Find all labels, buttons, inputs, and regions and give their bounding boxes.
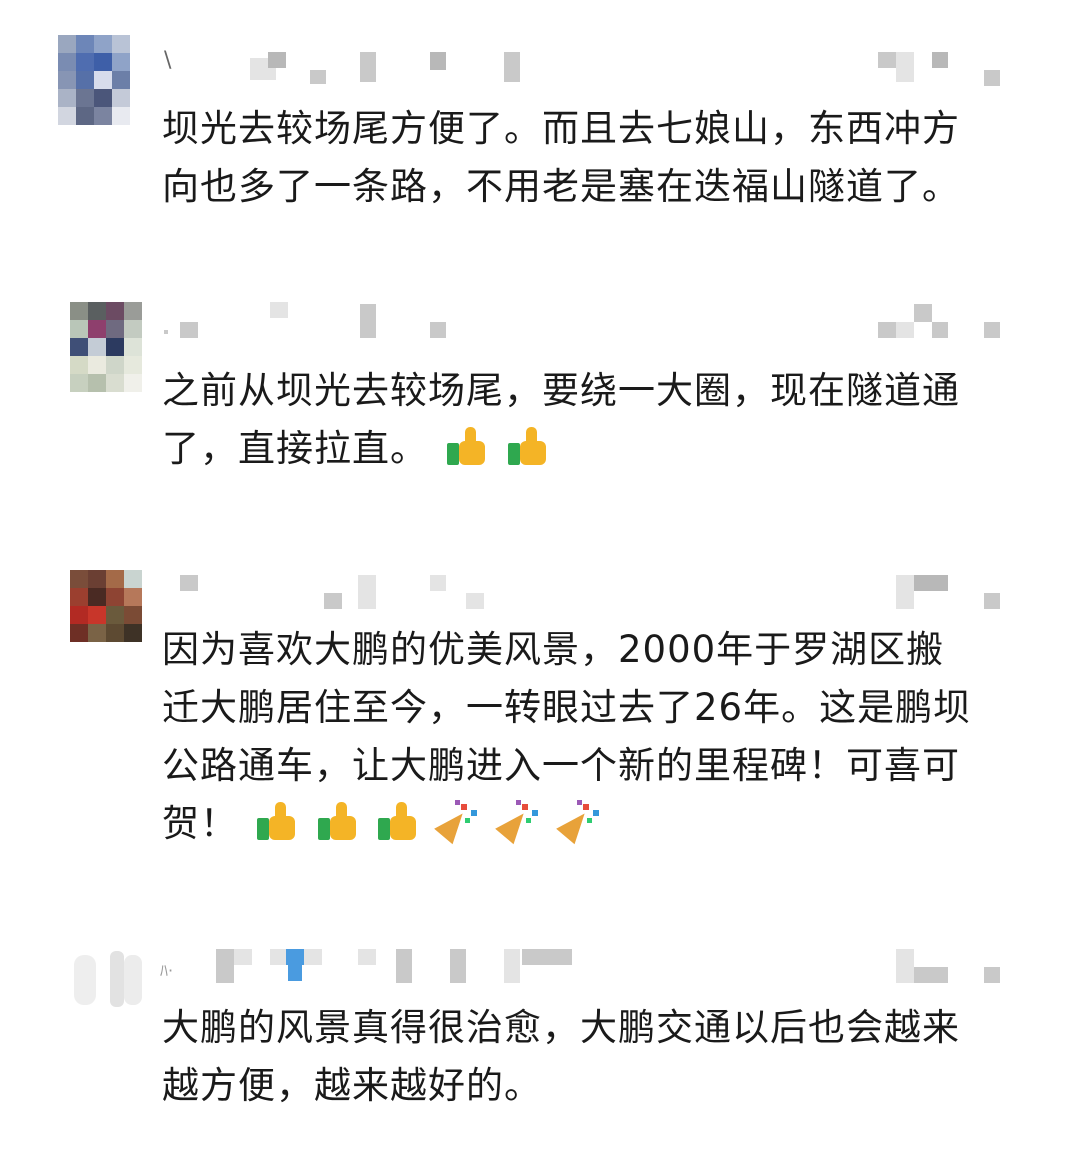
party-popper-icon bbox=[434, 800, 481, 845]
emoji-row bbox=[255, 800, 607, 859]
avatar[interactable] bbox=[70, 302, 142, 392]
comment-line: 越方便，越来越好的。 bbox=[162, 1064, 542, 1107]
thumbs-up-icon bbox=[255, 800, 299, 842]
timestamp-blurred bbox=[160, 555, 1060, 609]
avatar[interactable] bbox=[70, 945, 150, 1035]
party-popper-icon bbox=[555, 800, 603, 845]
timestamp-blurred bbox=[160, 300, 1060, 350]
comment-line: 迁大鹏居住至今，一转眼过去了26年。这是鹏坝 bbox=[162, 686, 972, 729]
avatar[interactable] bbox=[58, 35, 130, 125]
comment-line: 了，直接拉直。 bbox=[162, 420, 1042, 484]
comment-item-4: ﾊ· 大鹏的风景真得很治愈，大鹏交通以后也会越来 越方便，越来越好的。 bbox=[0, 935, 1080, 1135]
comment-line-text: 了，直接拉直。 bbox=[162, 427, 428, 470]
comment-line: 大鹏的风景真得很治愈，大鹏交通以后也会越来 bbox=[162, 1006, 960, 1049]
comment-text: 因为喜欢大鹏的优美风景，2000年于罗湖区搬 迁大鹏居住至今，一转眼过去了26年… bbox=[162, 621, 1042, 859]
comment-line: 之前从坝光去较场尾，要绕一大圈，现在隧道通 bbox=[162, 369, 960, 412]
timestamp-blurred bbox=[160, 935, 1060, 985]
comment-text: 之前从坝光去较场尾，要绕一大圈，现在隧道通 了，直接拉直。 bbox=[162, 362, 1042, 484]
comment-line: 向也多了一条路，不用老是塞在迭福山隧道了。 bbox=[162, 165, 960, 208]
thumbs-up-icon bbox=[445, 425, 489, 467]
comment-text: 坝光去较场尾方便了。而且去七娘山，东西冲方 向也多了一条路，不用老是塞在迭福山隧… bbox=[162, 100, 1042, 216]
comment-line: 公路通车，让大鹏进入一个新的里程碑！可喜可 bbox=[162, 744, 960, 787]
comment-item-2: 之前从坝光去较场尾，要绕一大圈，现在隧道通 了，直接拉直。 bbox=[0, 300, 1080, 500]
thumbs-up-icon bbox=[376, 800, 420, 842]
party-popper-icon bbox=[494, 800, 542, 845]
comment-item-3: 因为喜欢大鹏的优美风景，2000年于罗湖区搬 迁大鹏居住至今，一转眼过去了26年… bbox=[0, 555, 1080, 865]
comment-line-text: 贺！ bbox=[162, 802, 238, 845]
comment-item-1: \ 坝光去较场尾方便了。而且去七娘山，东西冲方 向也多了一条路，不用老是塞在迭福… bbox=[0, 30, 1080, 230]
comment-line: 因为喜欢大鹏的优美风景，2000年于罗湖区搬 bbox=[162, 628, 945, 671]
comment-line: 坝光去较场尾方便了。而且去七娘山，东西冲方 bbox=[162, 107, 960, 150]
thumbs-up-icon bbox=[316, 800, 360, 842]
thumbs-up-icon bbox=[506, 425, 550, 467]
comment-text: 大鹏的风景真得很治愈，大鹏交通以后也会越来 越方便，越来越好的。 bbox=[162, 999, 1042, 1115]
emoji-row bbox=[445, 425, 554, 484]
timestamp-blurred bbox=[160, 30, 1060, 86]
comment-line: 贺！ bbox=[162, 795, 1042, 859]
avatar[interactable] bbox=[70, 570, 142, 660]
